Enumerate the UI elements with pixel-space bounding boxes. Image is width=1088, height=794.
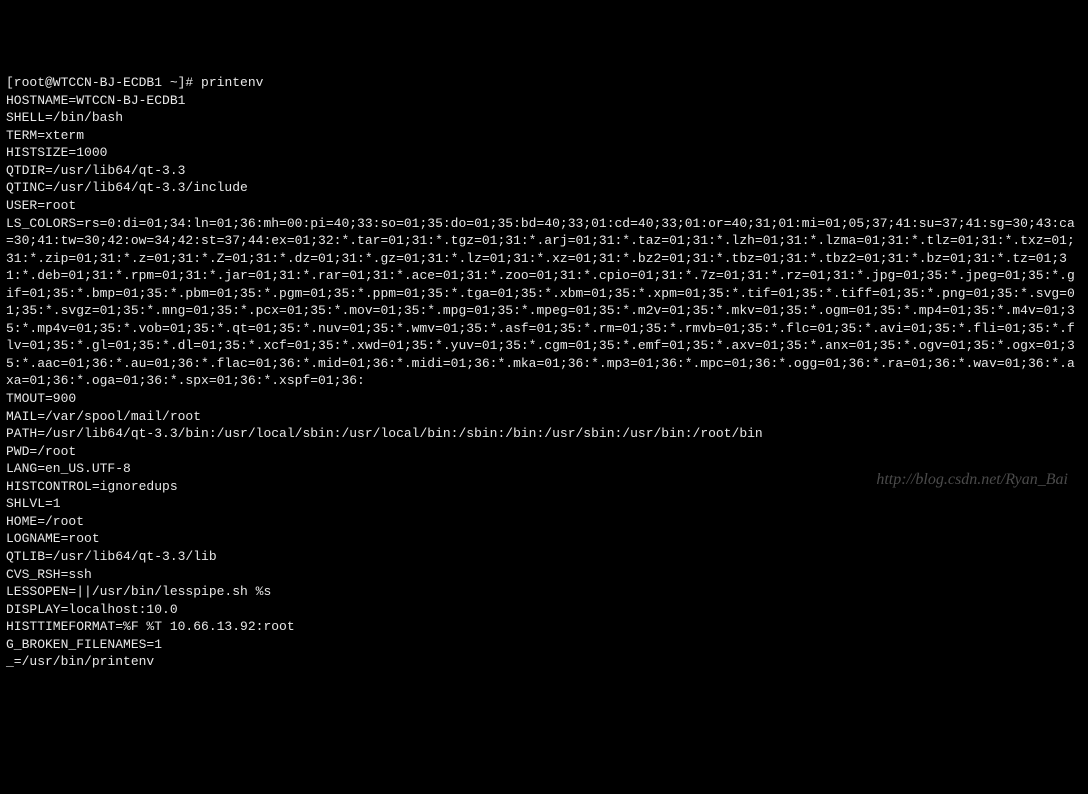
env-var-line: LESSOPEN=||/usr/bin/lesspipe.sh %s	[6, 583, 1082, 601]
env-var-line: HISTTIMEFORMAT=%F %T 10.66.13.92:root	[6, 618, 1082, 636]
typed-command: printenv	[201, 75, 263, 90]
shell-prompt: [root@WTCCN-BJ-ECDB1 ~]#	[6, 75, 201, 90]
env-var-line: QTINC=/usr/lib64/qt-3.3/include	[6, 179, 1082, 197]
env-var-line: G_BROKEN_FILENAMES=1	[6, 636, 1082, 654]
prompt-line: [root@WTCCN-BJ-ECDB1 ~]# printenv	[6, 74, 1082, 92]
env-var-line: QTDIR=/usr/lib64/qt-3.3	[6, 162, 1082, 180]
env-var-line: PATH=/usr/lib64/qt-3.3/bin:/usr/local/sb…	[6, 425, 1082, 443]
env-var-line: MAIL=/var/spool/mail/root	[6, 408, 1082, 426]
env-var-line: TERM=xterm	[6, 127, 1082, 145]
env-var-line: DISPLAY=localhost:10.0	[6, 601, 1082, 619]
env-var-line: PWD=/root	[6, 443, 1082, 461]
env-var-line: LOGNAME=root	[6, 530, 1082, 548]
env-var-line: LS_COLORS=rs=0:di=01;34:ln=01;36:mh=00:p…	[6, 215, 1082, 390]
env-var-line: SHLVL=1	[6, 495, 1082, 513]
env-var-line: HOSTNAME=WTCCN-BJ-ECDB1	[6, 92, 1082, 110]
env-var-line: HISTSIZE=1000	[6, 144, 1082, 162]
env-var-line: SHELL=/bin/bash	[6, 109, 1082, 127]
env-var-line: LANG=en_US.UTF-8	[6, 460, 1082, 478]
env-var-line: USER=root	[6, 197, 1082, 215]
env-var-line: HISTCONTROL=ignoredups	[6, 478, 1082, 496]
env-var-line: _=/usr/bin/printenv	[6, 653, 1082, 671]
env-var-line: TMOUT=900	[6, 390, 1082, 408]
env-var-line: HOME=/root	[6, 513, 1082, 531]
terminal-output[interactable]: [root@WTCCN-BJ-ECDB1 ~]# printenvHOSTNAM…	[6, 74, 1082, 671]
env-var-line: CVS_RSH=ssh	[6, 566, 1082, 584]
env-var-line: QTLIB=/usr/lib64/qt-3.3/lib	[6, 548, 1082, 566]
